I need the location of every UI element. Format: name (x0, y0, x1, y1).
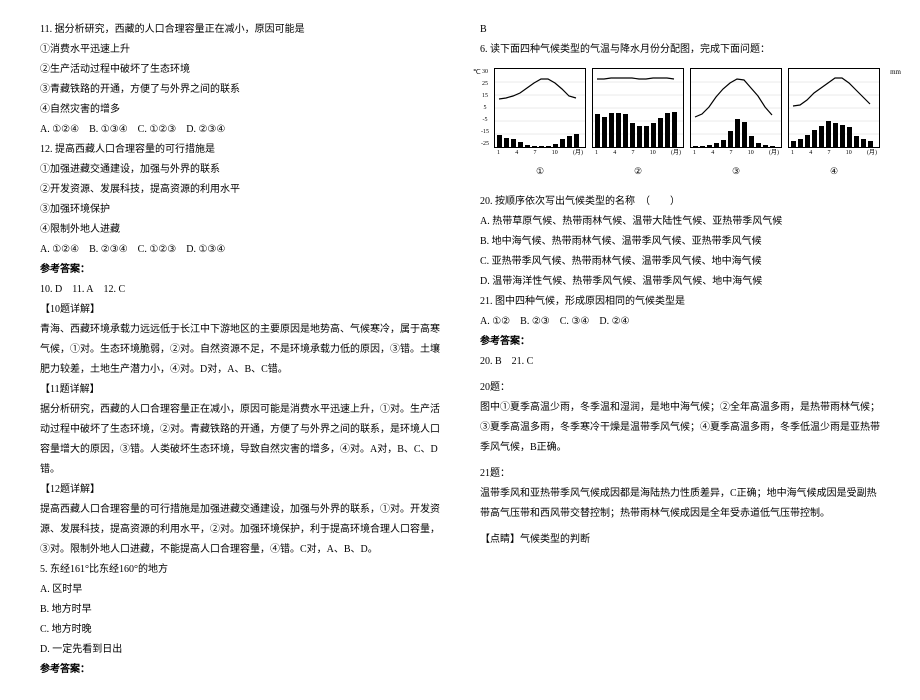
exp20-heading: 20题： (480, 378, 880, 398)
q5-d: D. 一定先看到日出 (40, 640, 440, 660)
chart-4-num: ④ (788, 162, 880, 180)
precip-label: mm (890, 65, 901, 79)
q21-choices: A. ①② B. ②③ C. ③④ D. ②④ (480, 312, 880, 332)
q5-a: A. 区时早 (40, 580, 440, 600)
q12-stem: 12. 提高西藏人口合理容量的可行措施是 (40, 140, 440, 160)
exp21-body: 温带季风和亚热带季风气候成因都是海陆热力性质差异，C正确；地中海气候成因是受副热… (480, 484, 880, 524)
answer-label: 参考答案： (40, 260, 440, 280)
chart-4-svg (789, 69, 879, 147)
q11-stem: 11. 据分析研究，西藏的人口合理容量正在减小，原因可能是 (40, 20, 440, 40)
q5-b: B. 地方时早 (40, 600, 440, 620)
q21-stem: 21. 图中四种气候，形成原因相同的气候类型是 (480, 292, 880, 312)
q20-stem: 20. 按顺序依次写出气候类型的名称 （ ） (480, 192, 880, 212)
exp12-body: 提高西藏人口合理容量的可行措施是加强进藏交通建设，加强与外界的联系，①对。开发资… (40, 500, 440, 560)
q12-opt1: ①加强进藏交通建设，加强与外界的联系 (40, 160, 440, 180)
q20-c: C. 亚热带季风气候、热带雨林气候、温带季风气候、地中海气候 (480, 252, 880, 272)
q11-opt2: ②生产活动过程中破坏了生态环境 (40, 60, 440, 80)
q11-choices: A. ①②④ B. ①③④ C. ①②③ D. ②③④ (40, 120, 440, 140)
chart-1: ℃ 30 25 15 5 -5 -15 -25 (494, 68, 586, 148)
chart-1-num: ① (494, 162, 586, 180)
exp10-body: 青海、西藏环境承载力远远低于长江中下游地区的主要原因是地势高、气候寒冷，属于高寒… (40, 320, 440, 380)
point-heading: 【点睛】气候类型的判断 (480, 530, 880, 550)
q11-opt3: ③青藏铁路的开通，方便了与外界之间的联系 (40, 80, 440, 100)
q20-d: D. 温带海洋性气候、热带季风气候、温带季风气候、地中海气候 (480, 272, 880, 292)
q12-opt4: ④限制外地人进藏 (40, 220, 440, 240)
q12-choices: A. ①②④ B. ②③④ C. ①②③ D. ①③④ (40, 240, 440, 260)
answer-line-right: 20. B 21. C (480, 352, 880, 372)
left-column: 11. 据分析研究，西藏的人口合理容量正在减小，原因可能是 ①消费水平迅速上升 … (40, 20, 440, 680)
q11-opt1: ①消费水平迅速上升 (40, 40, 440, 60)
chart-3-svg (691, 69, 781, 147)
chart-3-num: ③ (690, 162, 782, 180)
q12-opt2: ②开发资源、发展科技，提高资源的利用水平 (40, 180, 440, 200)
q5-c: C. 地方时晚 (40, 620, 440, 640)
chart-4: mm (788, 68, 880, 148)
exp21-heading: 21题： (480, 464, 880, 484)
exp11-body: 据分析研究，西藏的人口合理容量正在减小，原因可能是消费水平迅速上升，①对。生产活… (40, 400, 440, 480)
chart-2-svg (593, 69, 683, 147)
q12-opt3: ③加强环境保护 (40, 200, 440, 220)
chart-2-num: ② (592, 162, 684, 180)
answer-label-2: 参考答案： (40, 660, 440, 680)
q20-b: B. 地中海气候、热带雨林气候、温带季风气候、亚热带季风气候 (480, 232, 880, 252)
temp-label: ℃ (473, 65, 481, 79)
answer-label-right: 参考答案： (480, 332, 880, 352)
chart-2: 1 4 7 10 (月) (592, 68, 684, 148)
chart-3: 1 4 7 10 (月) (690, 68, 782, 148)
q6-stem: 6. 读下面四种气候类型的气温与降水月份分配图，完成下面问题： (480, 40, 880, 60)
chart-1-svg (495, 69, 585, 147)
exp12-heading: 【12题详解】 (40, 480, 440, 500)
climate-charts: ℃ 30 25 15 5 -5 -15 -25 (494, 68, 880, 180)
q5-stem: 5. 东经161°比东经160°的地方 (40, 560, 440, 580)
q20-a: A. 热带草原气候、热带雨林气候、温带大陆性气候、亚热带季风气候 (480, 212, 880, 232)
right-column: B 6. 读下面四种气候类型的气温与降水月份分配图，完成下面问题： ℃ 30 2… (480, 20, 880, 680)
exp10-heading: 【10题详解】 (40, 300, 440, 320)
answer-b: B (480, 20, 880, 40)
exp20-body: 图中①夏季高温少雨，冬季温和湿润，是地中海气候；②全年高温多雨，是热带雨林气候；… (480, 398, 880, 458)
q11-opt4: ④自然灾害的增多 (40, 100, 440, 120)
answer-line: 10. D 11. A 12. C (40, 280, 440, 300)
exp11-heading: 【11题详解】 (40, 380, 440, 400)
temp-axis-ticks: 30 25 15 5 -5 -15 -25 (481, 69, 489, 147)
